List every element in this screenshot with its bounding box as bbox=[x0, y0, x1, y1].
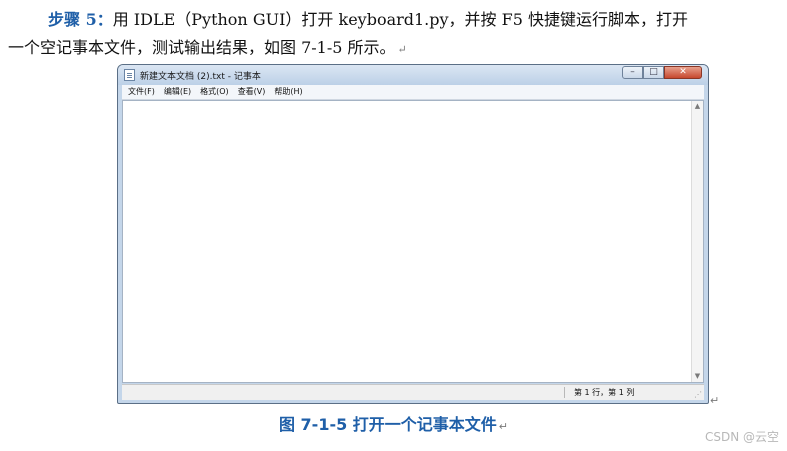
step-label: 步骤 5： bbox=[48, 10, 113, 29]
status-divider bbox=[564, 387, 565, 398]
scroll-up-icon[interactable]: ▲ bbox=[692, 101, 703, 112]
scroll-down-icon[interactable]: ▼ bbox=[692, 371, 703, 382]
line-2-text: 一个空记事本文件，测试输出结果，如图 7-1-5 所示。 bbox=[8, 38, 396, 57]
notepad-app-icon bbox=[124, 69, 135, 81]
notepad-window: 新建文本文档 (2).txt - 记事本 – □ ✕ 文件(F) 编辑(E) 格… bbox=[117, 64, 709, 404]
resize-grip-icon[interactable]: ⋰ bbox=[694, 390, 702, 399]
window-controls: – □ ✕ bbox=[622, 66, 702, 80]
menu-view[interactable]: 查看(V) bbox=[238, 85, 266, 99]
status-bar: 第 1 行，第 1 列 ⋰ bbox=[122, 384, 704, 400]
minimize-button[interactable]: – bbox=[622, 66, 643, 79]
menu-help[interactable]: 帮助(H) bbox=[274, 85, 302, 99]
instruction-paragraph: 步骤 5：用 IDLE（Python GUI）打开 keyboard1.py，并… bbox=[8, 6, 780, 64]
maximize-button[interactable]: □ bbox=[643, 66, 664, 79]
figure-return-icon: ↵ bbox=[710, 394, 720, 407]
paragraph-return-icon: ↵ bbox=[397, 43, 407, 56]
menu-edit[interactable]: 编辑(E) bbox=[164, 85, 191, 99]
text-editor-area[interactable]: ▲ ▼ bbox=[122, 100, 704, 383]
menu-format[interactable]: 格式(O) bbox=[200, 85, 229, 99]
line-1-text: 用 IDLE（Python GUI）打开 keyboard1.py，并按 F5 … bbox=[112, 10, 689, 29]
title-bar[interactable]: 新建文本文档 (2).txt - 记事本 – □ ✕ bbox=[118, 65, 708, 85]
caption-return-icon: ↵ bbox=[498, 420, 509, 433]
figure-caption: 图 7-1-5 打开一个记事本文件 ↵ bbox=[0, 411, 787, 435]
paragraph-line-1: 步骤 5：用 IDLE（Python GUI）打开 keyboard1.py，并… bbox=[8, 6, 780, 34]
menu-file[interactable]: 文件(F) bbox=[128, 85, 155, 99]
cursor-position: 第 1 行，第 1 列 bbox=[574, 388, 635, 397]
close-button[interactable]: ✕ bbox=[664, 66, 702, 79]
vertical-scrollbar[interactable]: ▲ ▼ bbox=[691, 101, 703, 382]
paragraph-line-2: 一个空记事本文件，测试输出结果，如图 7-1-5 所示。 ↵ bbox=[8, 34, 780, 64]
caption-text: 图 7-1-5 打开一个记事本文件 bbox=[278, 415, 497, 434]
window-title: 新建文本文档 (2).txt - 记事本 bbox=[140, 72, 261, 82]
menu-bar: 文件(F) 编辑(E) 格式(O) 查看(V) 帮助(H) bbox=[122, 85, 704, 100]
csdn-watermark: CSDN @云空 bbox=[704, 430, 779, 444]
